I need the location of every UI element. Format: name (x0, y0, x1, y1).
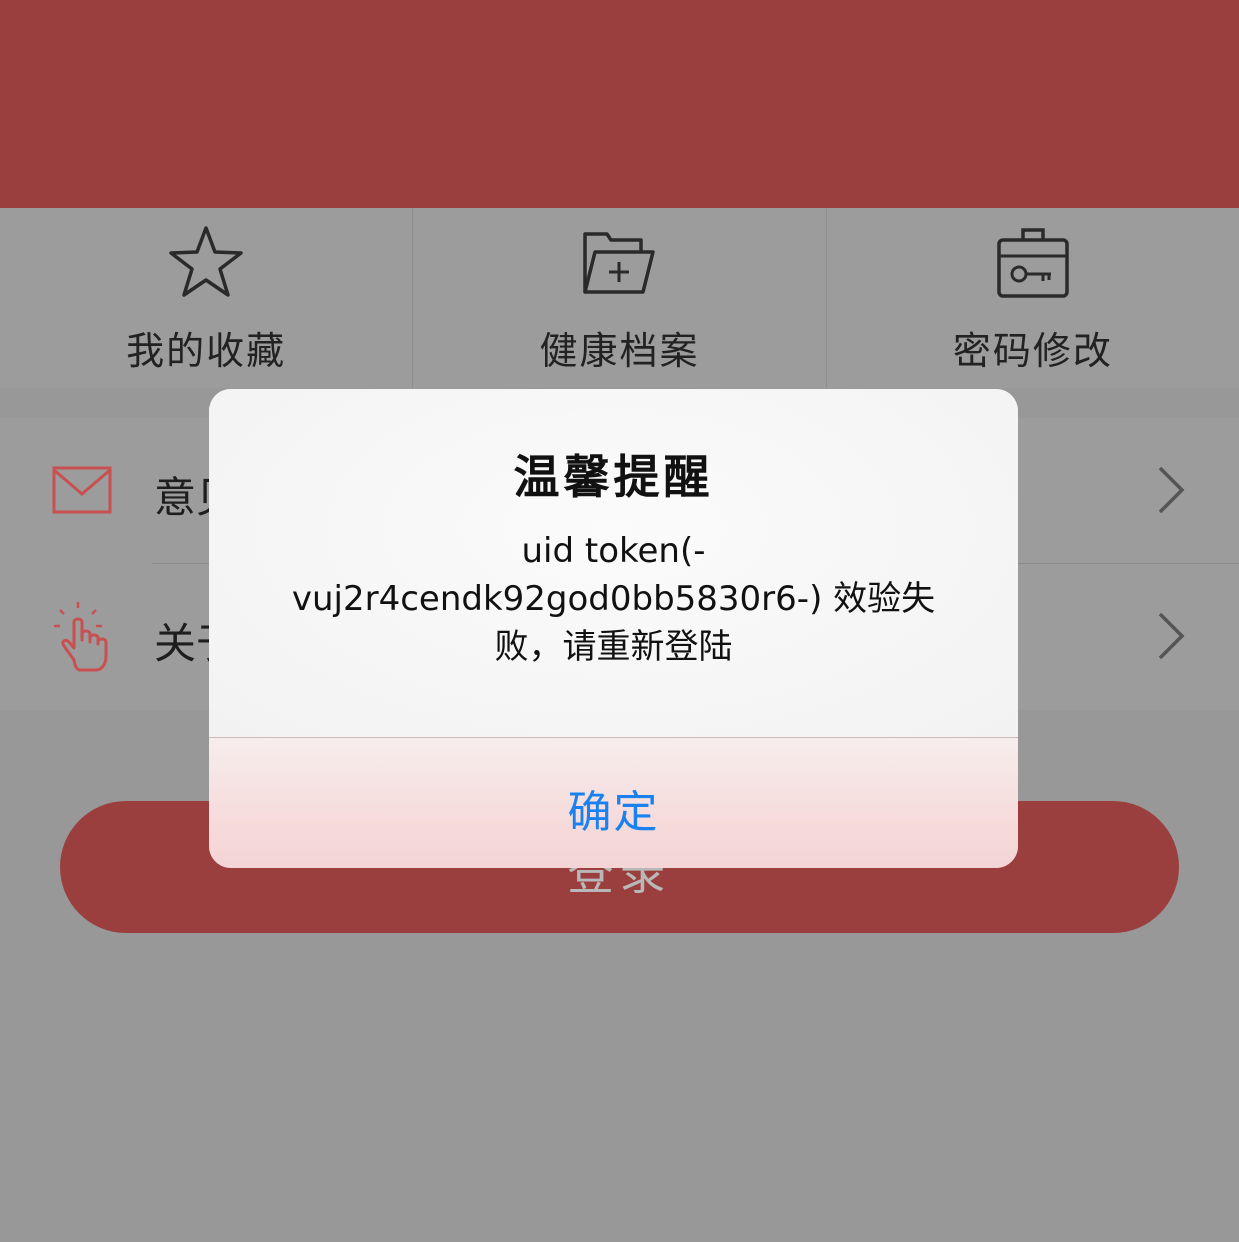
quick-action-label: 我的收藏 (126, 329, 287, 373)
folder-plus-icon (579, 222, 659, 302)
chevron-right-icon (1150, 608, 1190, 664)
quick-action-health-records[interactable]: 健康档案 (413, 208, 827, 388)
quick-action-label: 健康档案 (539, 329, 700, 373)
tap-hand-icon (50, 600, 122, 672)
mail-icon (50, 454, 122, 526)
alert-confirm-label: 确定 (567, 787, 660, 838)
alert-message: uid token(- vuj2r4cendk92god0bb5830r6-) … (249, 527, 978, 671)
alert-dialog: 温馨提醒 uid token(- vuj2r4cendk92god0bb5830… (209, 389, 1018, 868)
alert-confirm-button[interactable]: 确定 (209, 738, 1018, 868)
header-bar (0, 0, 1239, 208)
key-case-icon (993, 222, 1073, 302)
alert-message-line: uid token(- (521, 531, 706, 571)
chevron-right-icon (1150, 462, 1190, 518)
star-icon (166, 222, 246, 302)
alert-message-line: 败，请重新登陆 (494, 627, 733, 667)
quick-action-change-password[interactable]: 密码修改 (827, 208, 1239, 388)
alert-message-line: vuj2r4cendk92god0bb5830r6-) 效验失 (291, 579, 936, 619)
alert-dialog-body: 温馨提醒 uid token(- vuj2r4cendk92god0bb5830… (209, 389, 1018, 737)
alert-title: 温馨提醒 (513, 450, 714, 504)
quick-action-favorites[interactable]: 我的收藏 (0, 208, 414, 388)
quick-action-label: 密码修改 (952, 329, 1113, 373)
quick-actions-row: 我的收藏 健康档案 密码修改 (0, 208, 1239, 388)
